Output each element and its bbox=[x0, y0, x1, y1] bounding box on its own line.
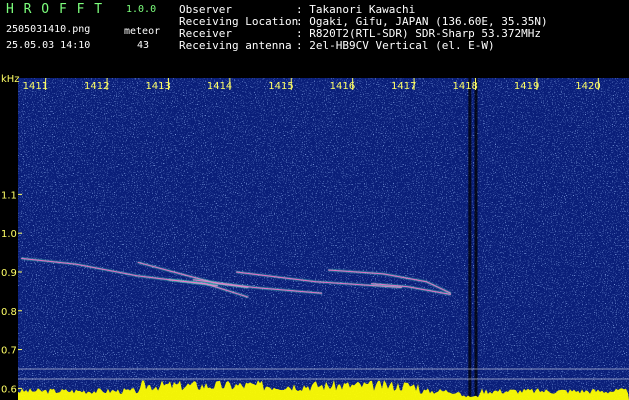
dark-column-0 bbox=[468, 78, 472, 400]
info-value-antenna: : 2el-HB9CV Vertical (el. E-W) bbox=[296, 39, 495, 52]
x-tick-label-3: 1414 bbox=[207, 81, 232, 92]
app-name: H R O F F T bbox=[6, 2, 104, 17]
x-tick-label-0: 1411 bbox=[23, 81, 48, 92]
app-version: 1.0.0 bbox=[126, 4, 157, 15]
dark-column-1 bbox=[474, 78, 478, 400]
meteor-count: 43 bbox=[137, 40, 150, 51]
x-tick-label-2: 1413 bbox=[145, 81, 170, 92]
x-tick-label-1: 1412 bbox=[84, 81, 109, 92]
x-tick-label-7: 1418 bbox=[452, 81, 477, 92]
info-label-antenna: Receiving antenna bbox=[179, 39, 292, 52]
y-tick-label-3: 0.8 bbox=[1, 307, 17, 318]
y-axis-label: kHz bbox=[1, 74, 20, 85]
y-tick-label-2: 0.9 bbox=[1, 268, 17, 279]
y-tick-label-0: 1.1 bbox=[1, 190, 17, 201]
x-tick-label-9: 1420 bbox=[575, 81, 600, 92]
x-tick-label-8: 1419 bbox=[514, 81, 539, 92]
x-tick-label-6: 1417 bbox=[391, 81, 416, 92]
y-tick-label-1: 1.0 bbox=[1, 229, 17, 240]
noise-texture bbox=[18, 78, 629, 400]
header-panel: H R O F F T 1.0.0 2505031410.png meteor … bbox=[0, 0, 629, 72]
datetime: 25.05.03 14:10 bbox=[6, 40, 91, 51]
x-tick-label-4: 1415 bbox=[268, 81, 293, 92]
y-tick-label-4: 0.7 bbox=[1, 346, 17, 357]
waterfall-chart: 1.1 1.0 0.9 0.8 0.7 0.6 1411 1412 1413 1414 1415 14… bbox=[1, 74, 629, 400]
y-tick-label-5: 0.6 bbox=[1, 384, 17, 395]
x-tick-label-5: 1416 bbox=[330, 81, 355, 92]
meteor-label: meteor bbox=[124, 26, 161, 37]
filename: 2505031410.png bbox=[6, 24, 91, 35]
